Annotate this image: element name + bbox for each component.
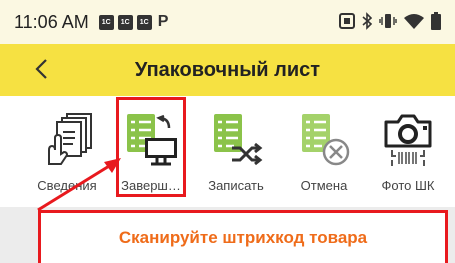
annotation-arrow-icon <box>37 158 121 212</box>
